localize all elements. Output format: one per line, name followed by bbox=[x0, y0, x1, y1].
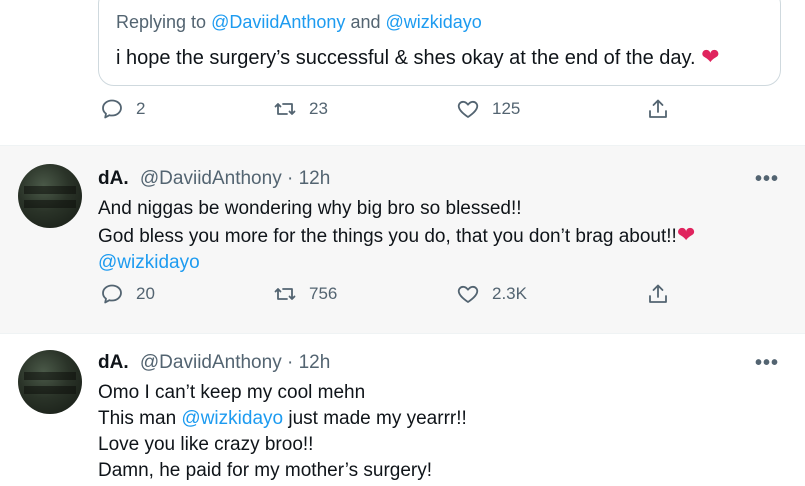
avatar[interactable] bbox=[18, 350, 82, 414]
timestamp[interactable]: · 12h bbox=[287, 168, 330, 189]
tweet-actions: 20 756 2.3K bbox=[0, 282, 805, 322]
retweet-button[interactable]: 23 bbox=[273, 97, 328, 121]
reply-button[interactable]: 20 bbox=[100, 282, 155, 306]
retweet-icon bbox=[274, 103, 296, 115]
replying-to-line: Replying to @DaviidAnthony and @wizkiday… bbox=[116, 12, 482, 32]
share-button[interactable] bbox=[646, 282, 670, 306]
heart-icon bbox=[457, 285, 479, 303]
avatar[interactable] bbox=[18, 164, 82, 228]
tweet-line: Damn, he paid for my mother’s surgery! bbox=[98, 460, 433, 481]
like-button[interactable]: 2.3K bbox=[456, 282, 527, 306]
user-handle[interactable]: @DaviidAnthony bbox=[140, 168, 282, 189]
reply-count: 2 bbox=[136, 99, 146, 118]
tweet-line: And niggas be wondering why big bro so b… bbox=[98, 198, 522, 219]
tweet[interactable]: dA. @DaviidAnthony · 12h ••• Omo I can’t… bbox=[0, 333, 805, 486]
tweet-actions: 2 23 125 bbox=[0, 97, 805, 137]
reply-count: 20 bbox=[136, 284, 155, 303]
quoted-tweet-text: i hope the surgery’s successful & shes o… bbox=[116, 44, 720, 69]
tweet-line: Love you like crazy broo!! bbox=[98, 434, 314, 455]
heart-icon bbox=[457, 100, 479, 118]
like-button[interactable]: 125 bbox=[456, 97, 520, 121]
reply-button[interactable]: 2 bbox=[100, 97, 145, 121]
share-icon bbox=[649, 99, 667, 118]
display-name[interactable]: dA. bbox=[98, 352, 129, 373]
tweet-line: God bless you more for the things you do… bbox=[98, 222, 696, 247]
tweet-text: And niggas be wondering why big bro so b… bbox=[98, 196, 695, 276]
retweet-count: 756 bbox=[309, 284, 338, 303]
quoted-reply-card[interactable]: Replying to @DaviidAnthony and @wizkiday… bbox=[98, 0, 781, 86]
user-handle[interactable]: @DaviidAnthony bbox=[140, 352, 282, 373]
retweet-count: 23 bbox=[309, 99, 328, 118]
red-heart-emoji: ❤ bbox=[676, 222, 696, 247]
tweet[interactable]: dA. @DaviidAnthony · 12h ••• And niggas … bbox=[0, 145, 805, 334]
timestamp[interactable]: · 12h bbox=[287, 352, 330, 373]
quoted-header-cut bbox=[117, 0, 477, 1]
tweet-line: This man @wizkidayo just made my yearrr!… bbox=[98, 408, 467, 429]
more-icon[interactable]: ••• bbox=[755, 352, 779, 375]
like-count: 2.3K bbox=[492, 284, 527, 303]
like-count: 125 bbox=[492, 99, 521, 118]
mention-link[interactable]: @wizkidayo bbox=[386, 12, 482, 32]
display-name[interactable]: dA. bbox=[98, 168, 129, 189]
share-button[interactable] bbox=[646, 97, 670, 121]
more-icon[interactable]: ••• bbox=[755, 168, 779, 191]
reply-icon bbox=[102, 99, 122, 119]
tweet-header: dA. @DaviidAnthony · 12h bbox=[98, 352, 330, 374]
tweet-line: Omo I can’t keep my cool mehn bbox=[98, 382, 366, 403]
mention-link[interactable]: @wizkidayo bbox=[181, 408, 283, 429]
retweet-icon bbox=[274, 288, 296, 300]
share-icon bbox=[649, 284, 667, 303]
retweet-button[interactable]: 756 bbox=[273, 282, 337, 306]
reply-icon bbox=[102, 284, 122, 304]
tweet-header: dA. @DaviidAnthony · 12h bbox=[98, 168, 330, 190]
mention-link[interactable]: @DaviidAnthony bbox=[211, 12, 345, 32]
red-heart-emoji: ❤ bbox=[701, 44, 720, 69]
tweet-text: Omo I can’t keep my cool mehn This man @… bbox=[98, 380, 467, 484]
mention-link[interactable]: @wizkidayo bbox=[98, 250, 695, 276]
